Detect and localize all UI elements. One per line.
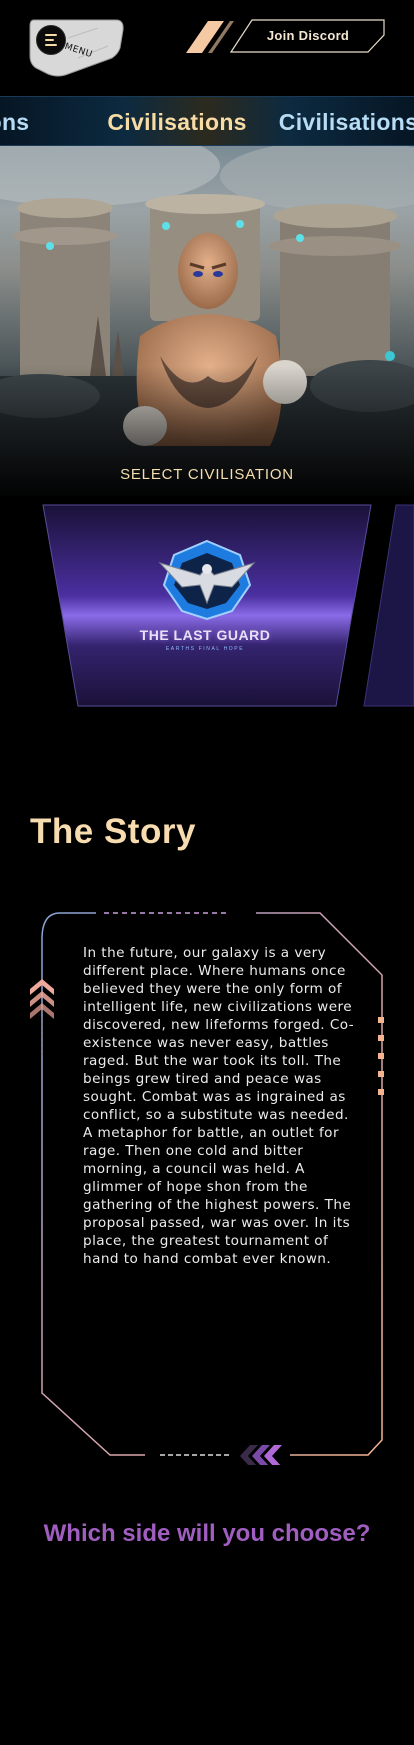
join-discord-label: Join Discord [266,28,350,43]
card-subtitle: EARTHS FINAL HOPE [165,646,245,652]
site-header: MENU Join Discord [0,0,414,96]
join-discord-button[interactable]: Join Discord [186,19,386,53]
story-heading: The Story [30,812,196,851]
marquee-item: Civilisations [0,108,30,135]
marquee-track: Civilisations Civilisations Civilisation… [0,97,414,145]
marquee-item: Civilisations [107,108,247,135]
hero-illustration [0,146,414,496]
story-body: In the future, our galaxy is a very diff… [83,945,355,1267]
menu-icon [36,25,66,55]
chevron-left-icon [240,1445,282,1465]
marquee-item: Civilisations [278,108,414,135]
hero-banner: SELECT CIVILISATION [0,146,414,496]
card-graphics [42,504,414,707]
card-title[interactable]: THE LAST GUARD [130,627,280,643]
select-civilisation-label: SELECT CIVILISATION [120,466,294,483]
menu-button[interactable]: MENU [28,18,124,78]
choose-side-heading: Which side will you choose? [43,1520,371,1547]
card-next-peek [363,504,414,707]
civilisations-marquee: Civilisations Civilisations Civilisation… [0,96,414,146]
civilisation-carousel: THE LAST GUARD EARTHS FINAL HOPE [0,503,414,709]
